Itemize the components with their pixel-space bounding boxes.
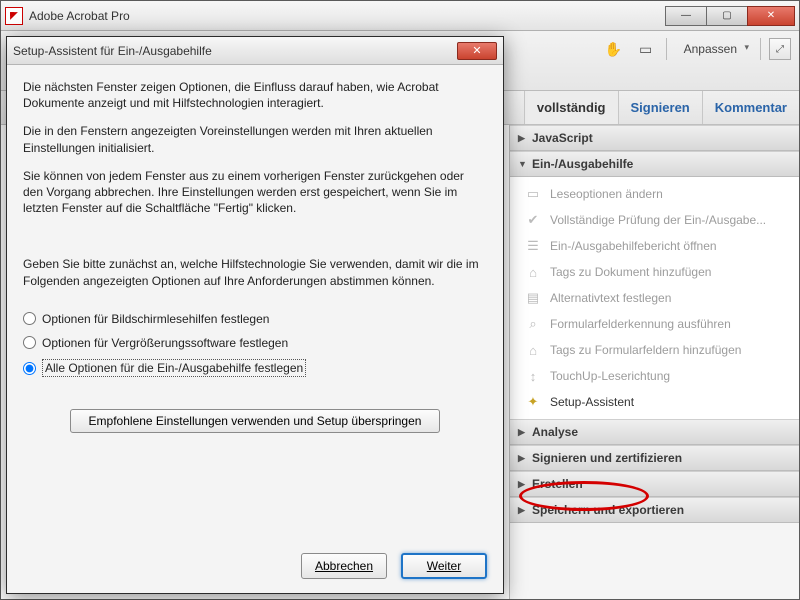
section-javascript[interactable]: ▶ JavaScript	[510, 125, 799, 151]
skip-button-row: Empfohlene Einstellungen verwenden und S…	[23, 409, 487, 433]
radio-label: Optionen für Bildschirmlesehilfen festle…	[42, 311, 269, 327]
select-tool-icon[interactable]: ▭	[634, 37, 658, 61]
cancel-button[interactable]: Abbrechen	[301, 553, 387, 579]
radio-group: Optionen für Bildschirmlesehilfen festle…	[23, 307, 487, 382]
tool-read-options[interactable]: ▭ Leseoptionen ändern	[510, 181, 799, 207]
dialog-paragraph: Sie können von jedem Fenster aus zu eine…	[23, 168, 487, 217]
tool-label: TouchUp-Leserichtung	[550, 369, 670, 383]
dialog-body: Die nächsten Fenster zeigen Optionen, di…	[7, 65, 503, 543]
tool-label: Vollständige Prüfung der Ein-/Ausgabe...	[550, 213, 766, 227]
dialog-paragraph: Die in den Fenstern angezeigten Voreinst…	[23, 123, 487, 155]
radio-screenreader[interactable]: Optionen für Bildschirmlesehilfen festle…	[23, 307, 487, 331]
section-label: JavaScript	[532, 131, 593, 145]
section-save-export[interactable]: ▶ Speichern und exportieren	[510, 497, 799, 523]
radio-magnifier[interactable]: Optionen für Vergrößerungssoftware festl…	[23, 331, 487, 355]
window-controls: — ▢ ✕	[665, 6, 795, 26]
next-button[interactable]: Weiter	[401, 553, 487, 579]
dialog-footer: Abbrechen Weiter	[7, 543, 503, 593]
dialog-title: Setup-Assistent für Ein-/Ausgabehilfe	[13, 44, 457, 58]
section-accessibility[interactable]: ▼ Ein-/Ausgabehilfe	[510, 151, 799, 177]
customize-dropdown[interactable]: Anpassen	[675, 37, 752, 61]
dialog-close-button[interactable]: ✕	[457, 42, 497, 60]
tools-panel: ▶ JavaScript ▼ Ein-/Ausgabehilfe ▭ Leseo…	[509, 125, 799, 599]
section-label: Speichern und exportieren	[532, 503, 684, 517]
alttext-icon: ▤	[524, 289, 542, 307]
radio-label: Optionen für Vergrößerungssoftware festl…	[42, 335, 288, 351]
wand-icon: ✦	[524, 393, 542, 411]
section-label: Ein-/Ausgabehilfe	[532, 157, 633, 171]
maximize-button[interactable]: ▢	[706, 6, 748, 26]
main-titlebar[interactable]: Adobe Acrobat Pro — ▢ ✕	[1, 1, 799, 31]
tool-label: Ein-/Ausgabehilfebericht öffnen	[550, 239, 717, 253]
check-icon: ✔	[524, 211, 542, 229]
tool-label: Leseoptionen ändern	[550, 187, 663, 201]
setup-assistant-dialog: Setup-Assistent für Ein-/Ausgabehilfe ✕ …	[6, 36, 504, 594]
radio-all-options[interactable]: Alle Optionen für die Ein-/Ausgabehilfe …	[23, 355, 487, 381]
magnify-icon: ⌕	[524, 315, 542, 333]
tool-alt-text[interactable]: ▤ Alternativtext festlegen	[510, 285, 799, 311]
toolbar-separator	[760, 38, 761, 60]
app-title: Adobe Acrobat Pro	[29, 9, 665, 23]
tool-add-tags[interactable]: ⌂ Tags zu Dokument hinzufügen	[510, 259, 799, 285]
section-create[interactable]: ▶ Erstellen	[510, 471, 799, 497]
chevron-right-icon: ▶	[518, 479, 528, 490]
dialog-paragraph: Geben Sie bitte zunächst an, welche Hilf…	[23, 256, 487, 288]
tool-form-tags[interactable]: ⌂ Tags zu Formularfeldern hinzufügen	[510, 337, 799, 363]
minimize-button[interactable]: —	[665, 6, 707, 26]
close-button[interactable]: ✕	[747, 6, 795, 26]
tab-comment[interactable]: Kommentar	[702, 91, 799, 124]
tool-form-detect[interactable]: ⌕ Formularfelderkennung ausführen	[510, 311, 799, 337]
chevron-down-icon: ▼	[518, 159, 528, 169]
tab-sign[interactable]: Signieren	[618, 91, 702, 124]
fullscreen-icon[interactable]: ⤢	[769, 38, 791, 60]
tag-icon: ⌂	[524, 263, 542, 281]
tool-label: Alternativtext festlegen	[550, 291, 671, 305]
chevron-right-icon: ▶	[518, 133, 528, 144]
radio-input[interactable]	[23, 336, 36, 349]
dialog-titlebar[interactable]: Setup-Assistent für Ein-/Ausgabehilfe ✕	[7, 37, 503, 65]
toolbar-separator	[666, 38, 667, 60]
tool-open-report[interactable]: ☰ Ein-/Ausgabehilfebericht öffnen	[510, 233, 799, 259]
tool-label: Formularfelderkennung ausführen	[550, 317, 731, 331]
section-accessibility-body: ▭ Leseoptionen ändern ✔ Vollständige Prü…	[510, 177, 799, 419]
section-sign-cert[interactable]: ▶ Signieren und zertifizieren	[510, 445, 799, 471]
section-label: Erstellen	[532, 477, 583, 491]
formtag-icon: ⌂	[524, 341, 542, 359]
tool-touchup[interactable]: ↕ TouchUp-Leserichtung	[510, 363, 799, 389]
touchup-icon: ↕	[524, 367, 542, 385]
section-label: Analyse	[532, 425, 578, 439]
section-analyse[interactable]: ▶ Analyse	[510, 419, 799, 445]
radio-input[interactable]	[23, 362, 36, 375]
book-icon: ▭	[524, 185, 542, 203]
skip-setup-button[interactable]: Empfohlene Einstellungen verwenden und S…	[70, 409, 441, 433]
hand-tool-icon[interactable]: ✋	[602, 37, 626, 61]
tab-tools[interactable]: vollständig	[524, 91, 618, 124]
radio-label: Alle Optionen für die Ein-/Ausgabehilfe …	[42, 359, 306, 377]
acrobat-logo-icon	[5, 7, 23, 25]
chevron-right-icon: ▶	[518, 427, 528, 438]
chevron-right-icon: ▶	[518, 453, 528, 464]
chevron-right-icon: ▶	[518, 505, 528, 516]
toolbar-right-cluster: ✋ ▭ Anpassen ⤢	[602, 37, 791, 61]
tool-label: Setup-Assistent	[550, 395, 634, 409]
section-label: Signieren und zertifizieren	[532, 451, 682, 465]
tool-setup-assistant[interactable]: ✦ Setup-Assistent	[510, 389, 799, 415]
report-icon: ☰	[524, 237, 542, 255]
dialog-paragraph: Die nächsten Fenster zeigen Optionen, di…	[23, 79, 487, 111]
radio-input[interactable]	[23, 312, 36, 325]
tool-label: Tags zu Formularfeldern hinzufügen	[550, 343, 741, 357]
tool-label: Tags zu Dokument hinzufügen	[550, 265, 711, 279]
tool-full-check[interactable]: ✔ Vollständige Prüfung der Ein-/Ausgabe.…	[510, 207, 799, 233]
